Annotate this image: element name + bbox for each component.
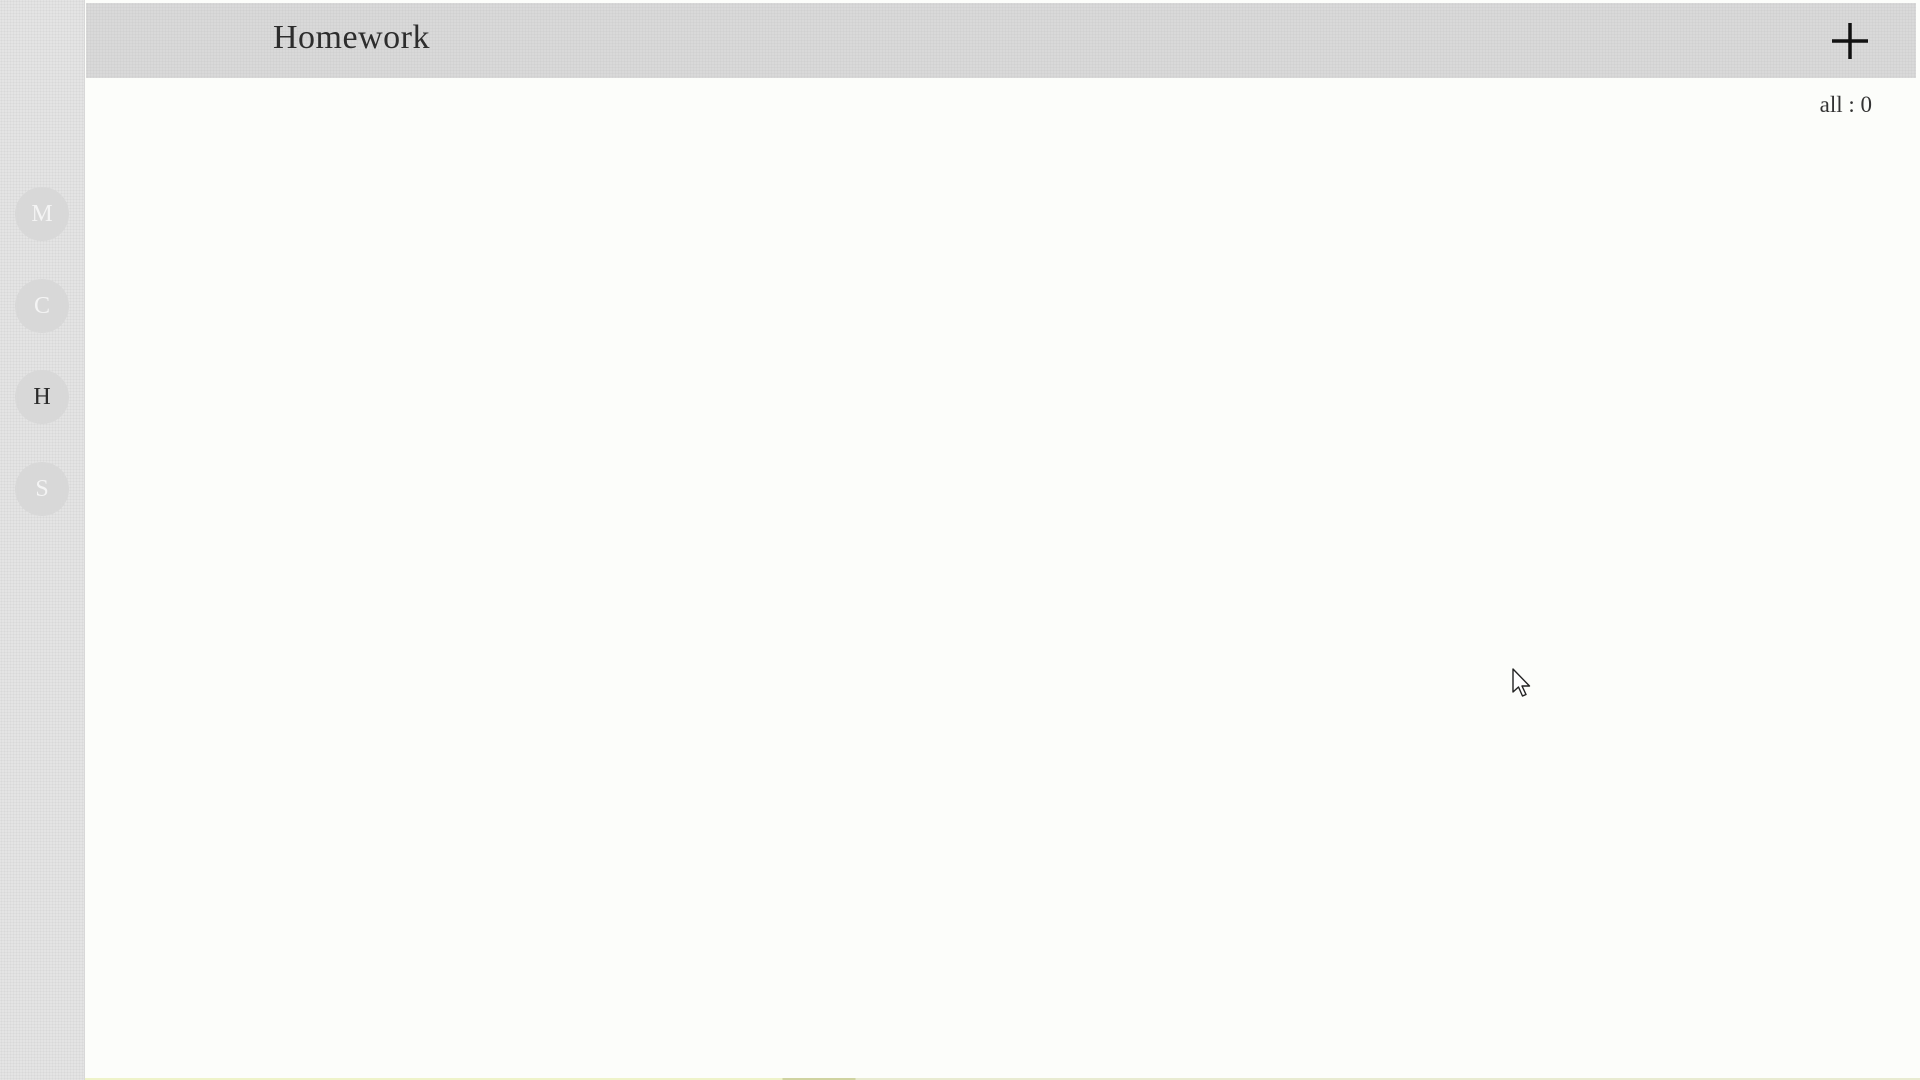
sidebar: M C H S [0, 0, 85, 1080]
sidebar-item-label: M [31, 200, 53, 227]
add-button[interactable] [1830, 21, 1870, 61]
item-count-label: all : 0 [1819, 92, 1872, 117]
sidebar-item-m[interactable]: M [15, 187, 69, 241]
sidebar-item-c[interactable]: C [15, 279, 69, 333]
sidebar-item-s[interactable]: S [15, 462, 69, 516]
plus-icon [1832, 23, 1868, 59]
sidebar-item-label: S [35, 475, 49, 502]
sidebar-item-label: C [33, 292, 50, 319]
content-area: all : 0 [85, 78, 1920, 1080]
sidebar-item-label: H [33, 383, 51, 410]
page-title: Homework [273, 19, 430, 56]
sidebar-item-h[interactable]: H [15, 370, 69, 424]
header-bar: Homework [86, 3, 1916, 78]
